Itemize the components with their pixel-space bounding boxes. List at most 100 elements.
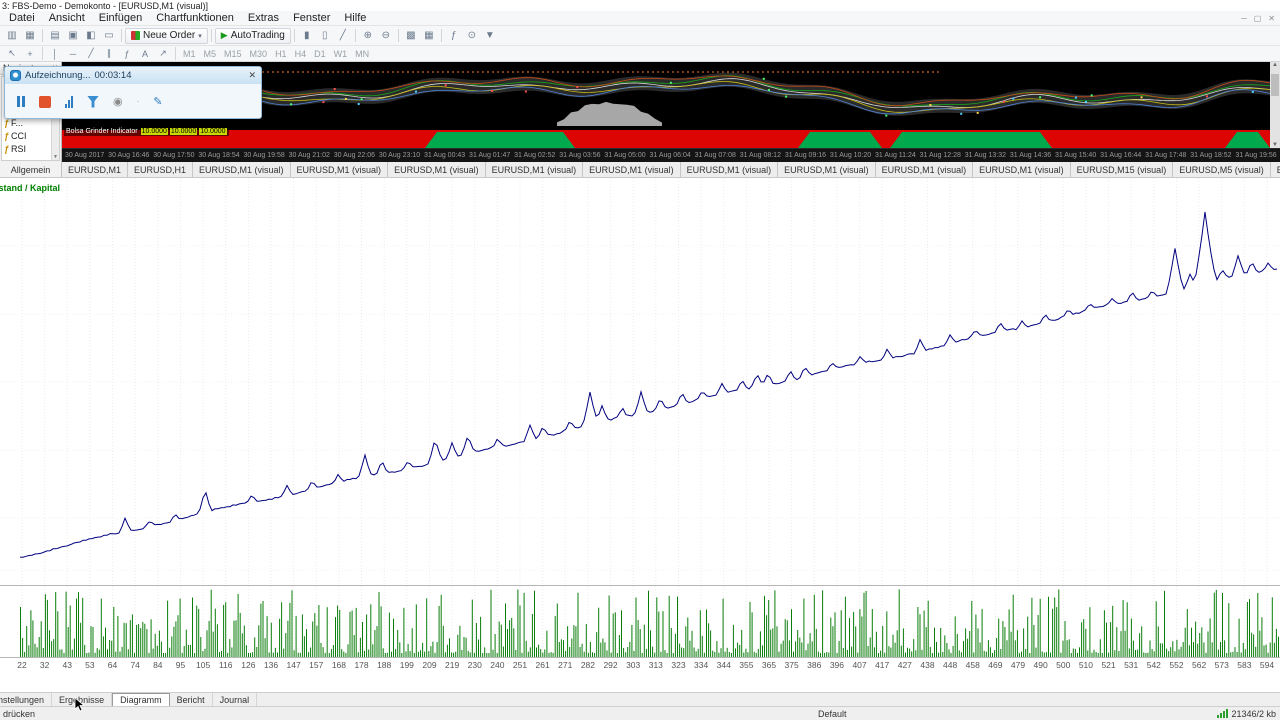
time-axis-label: 31 Aug 16:44	[1100, 152, 1141, 159]
navigator-item-rsi[interactable]: ƒRSI	[2, 142, 50, 155]
window-restore-button[interactable]: ▢	[1254, 14, 1262, 23]
toolbar-standard: ▥▦▤▣◧▭Neue Order▾▶AutoTrading▮▯╱⊕⊖▩▦ƒ⊙▼	[0, 26, 1280, 46]
window-close-button[interactable]: ✕	[1268, 14, 1275, 23]
chart-tab[interactable]: EURUSD,M1 (visual)	[193, 162, 291, 177]
templates-icon[interactable]: ▼	[481, 28, 499, 44]
text-label-icon[interactable]: A	[136, 47, 154, 60]
time-axis-label: 31 Aug 01:47	[469, 152, 510, 159]
time-axis-label: 30 Aug 17:50	[153, 152, 194, 159]
pencil-icon[interactable]: ✎	[153, 95, 162, 108]
chart-tab[interactable]: EURUSD,M1	[62, 162, 128, 177]
scroll-down-icon[interactable]: ▼	[1272, 142, 1278, 148]
navigator-item-cci[interactable]: ƒCCI	[2, 129, 50, 142]
tester-tab-bericht[interactable]: Bericht	[170, 693, 213, 706]
tester-tab-einstellungen[interactable]: Einstellungen	[0, 693, 52, 706]
new-chart-icon[interactable]: ▥	[3, 28, 21, 44]
chart-tab[interactable]: EURUSD,M1 (visual)	[291, 162, 389, 177]
time-axis-label: 31 Aug 15:40	[1055, 152, 1096, 159]
horizontal-line-icon[interactable]: ─	[64, 47, 82, 60]
zoom-in-icon[interactable]: ⊕	[359, 28, 377, 44]
menu-einfügen[interactable]: Einfügen	[92, 12, 149, 24]
indicator-name: Bolsa Grinder Indicator	[66, 128, 138, 135]
camera-icon[interactable]: ◉	[113, 95, 123, 108]
menu-fenster[interactable]: Fenster	[286, 12, 337, 24]
menu-hilfe[interactable]: Hilfe	[337, 12, 373, 24]
timeframe-m1[interactable]: M1	[179, 49, 200, 59]
terminal-panel-icon[interactable]: ▭	[100, 28, 118, 44]
trade-axis-label: 365	[762, 660, 776, 670]
autotrading-button[interactable]: ▶AutoTrading	[215, 28, 291, 44]
close-icon[interactable]: ✕	[248, 70, 256, 81]
trade-axis: 2232435364748495105116126136147157168178…	[0, 658, 1280, 672]
tester-tab-journal[interactable]: Journal	[213, 693, 258, 706]
menu-chartfunktionen[interactable]: Chartfunktionen	[149, 12, 241, 24]
vertical-line-icon[interactable]: │	[46, 47, 64, 60]
timeframe-m15[interactable]: M15	[220, 49, 246, 59]
cursor-icon[interactable]: ↖	[3, 47, 21, 60]
chart-tab[interactable]: EURUSD,M1 (visual)	[388, 162, 486, 177]
scroll-down-icon[interactable]: ▼	[53, 154, 58, 160]
balance-curve-canvas[interactable]	[0, 178, 1280, 585]
indicators-icon[interactable]: ƒ	[445, 28, 463, 44]
market-watch-icon[interactable]: ▤	[46, 28, 64, 44]
chart-vertical-scrollbar[interactable]: ▲ ▼	[1270, 62, 1280, 148]
pause-button[interactable]	[17, 96, 25, 107]
trendline-icon[interactable]: ╱	[82, 47, 100, 60]
data-window-icon[interactable]: ▣	[64, 28, 82, 44]
trade-axis-label: 386	[807, 660, 821, 670]
line-chart-icon[interactable]: ╱	[334, 28, 352, 44]
time-axis-label: 31 Aug 09:16	[785, 152, 826, 159]
zoom-out-icon[interactable]: ⊖	[377, 28, 395, 44]
navigator-tab-allgemein[interactable]: Allgemein	[0, 162, 62, 177]
timeframe-m5[interactable]: M5	[200, 49, 221, 59]
chart-tab[interactable]: EURUSD,M1 (visual)	[681, 162, 779, 177]
equidistant-channel-icon[interactable]: ∥	[100, 47, 118, 60]
trade-axis-label: 469	[988, 660, 1002, 670]
window-minimize-button[interactable]: ─	[1241, 14, 1247, 23]
trade-axis-label: 199	[400, 660, 414, 670]
crosshair-icon[interactable]: +	[21, 47, 39, 60]
menu-extras[interactable]: Extras	[241, 12, 286, 24]
status-profile[interactable]: Default	[818, 709, 847, 719]
chart-tab[interactable]: EURUSD,M1 (visual)	[486, 162, 584, 177]
time-axis-label: 31 Aug 10:20	[830, 152, 871, 159]
trade-axis-label: 74	[130, 660, 139, 670]
neue-order-button[interactable]: Neue Order▾	[125, 28, 208, 44]
filter-icon[interactable]	[87, 96, 99, 108]
navigator-item-label: F...	[11, 118, 23, 128]
audio-levels-icon[interactable]	[65, 96, 73, 108]
navigator-panel-icon[interactable]: ◧	[82, 28, 100, 44]
fibonacci-icon[interactable]: ƒ	[118, 47, 136, 60]
timeframe-d1[interactable]: D1	[310, 49, 330, 59]
timeframe-mn[interactable]: MN	[351, 49, 373, 59]
chart-tab[interactable]: EURUSD,M5 (visual)	[1271, 162, 1280, 177]
tile-windows-icon[interactable]: ▦	[420, 28, 438, 44]
chart-tab[interactable]: EURUSD,M1 (visual)	[876, 162, 974, 177]
timeframe-w1[interactable]: W1	[330, 49, 352, 59]
recording-dialog-titlebar[interactable]: Aufzeichnung... 00:03:14 ✕	[5, 67, 261, 84]
chart-tab[interactable]: EURUSD,H1	[128, 162, 193, 177]
upper-chart-region: Navigator ✕ ▲▼ ƒB...ƒM...ƒSt...ƒF...ƒCCI…	[0, 62, 1280, 162]
tester-tab-diagramm[interactable]: Diagramm	[112, 693, 170, 706]
timeframe-h4[interactable]: H4	[291, 49, 311, 59]
timeframe-h1[interactable]: H1	[271, 49, 291, 59]
chart-tab[interactable]: EURUSD,M5 (visual)	[1173, 162, 1271, 177]
timeframe-m30[interactable]: M30	[246, 49, 272, 59]
chart-tab[interactable]: EURUSD,M1 (visual)	[973, 162, 1071, 177]
trade-axis-label: 251	[513, 660, 527, 670]
bar-chart-icon[interactable]: ▮	[298, 28, 316, 44]
histogram-canvas[interactable]	[0, 586, 1280, 657]
arrow-marker-icon[interactable]: ↗	[154, 47, 172, 60]
chart-tab[interactable]: EURUSD,M1 (visual)	[583, 162, 681, 177]
menu-datei[interactable]: Datei	[2, 12, 42, 24]
stop-button[interactable]	[39, 96, 51, 108]
candlestick-chart-icon[interactable]: ▯	[316, 28, 334, 44]
scroll-up-icon[interactable]: ▲	[1272, 62, 1278, 68]
chart-tab[interactable]: EURUSD,M1 (visual)	[778, 162, 876, 177]
profiles-icon[interactable]: ▦	[21, 28, 39, 44]
menu-ansicht[interactable]: Ansicht	[42, 12, 92, 24]
chart-tab[interactable]: EURUSD,M15 (visual)	[1071, 162, 1174, 177]
scrollbar-thumb[interactable]	[1271, 74, 1279, 96]
auto-arrange-icon[interactable]: ▩	[402, 28, 420, 44]
periods-icon[interactable]: ⊙	[463, 28, 481, 44]
